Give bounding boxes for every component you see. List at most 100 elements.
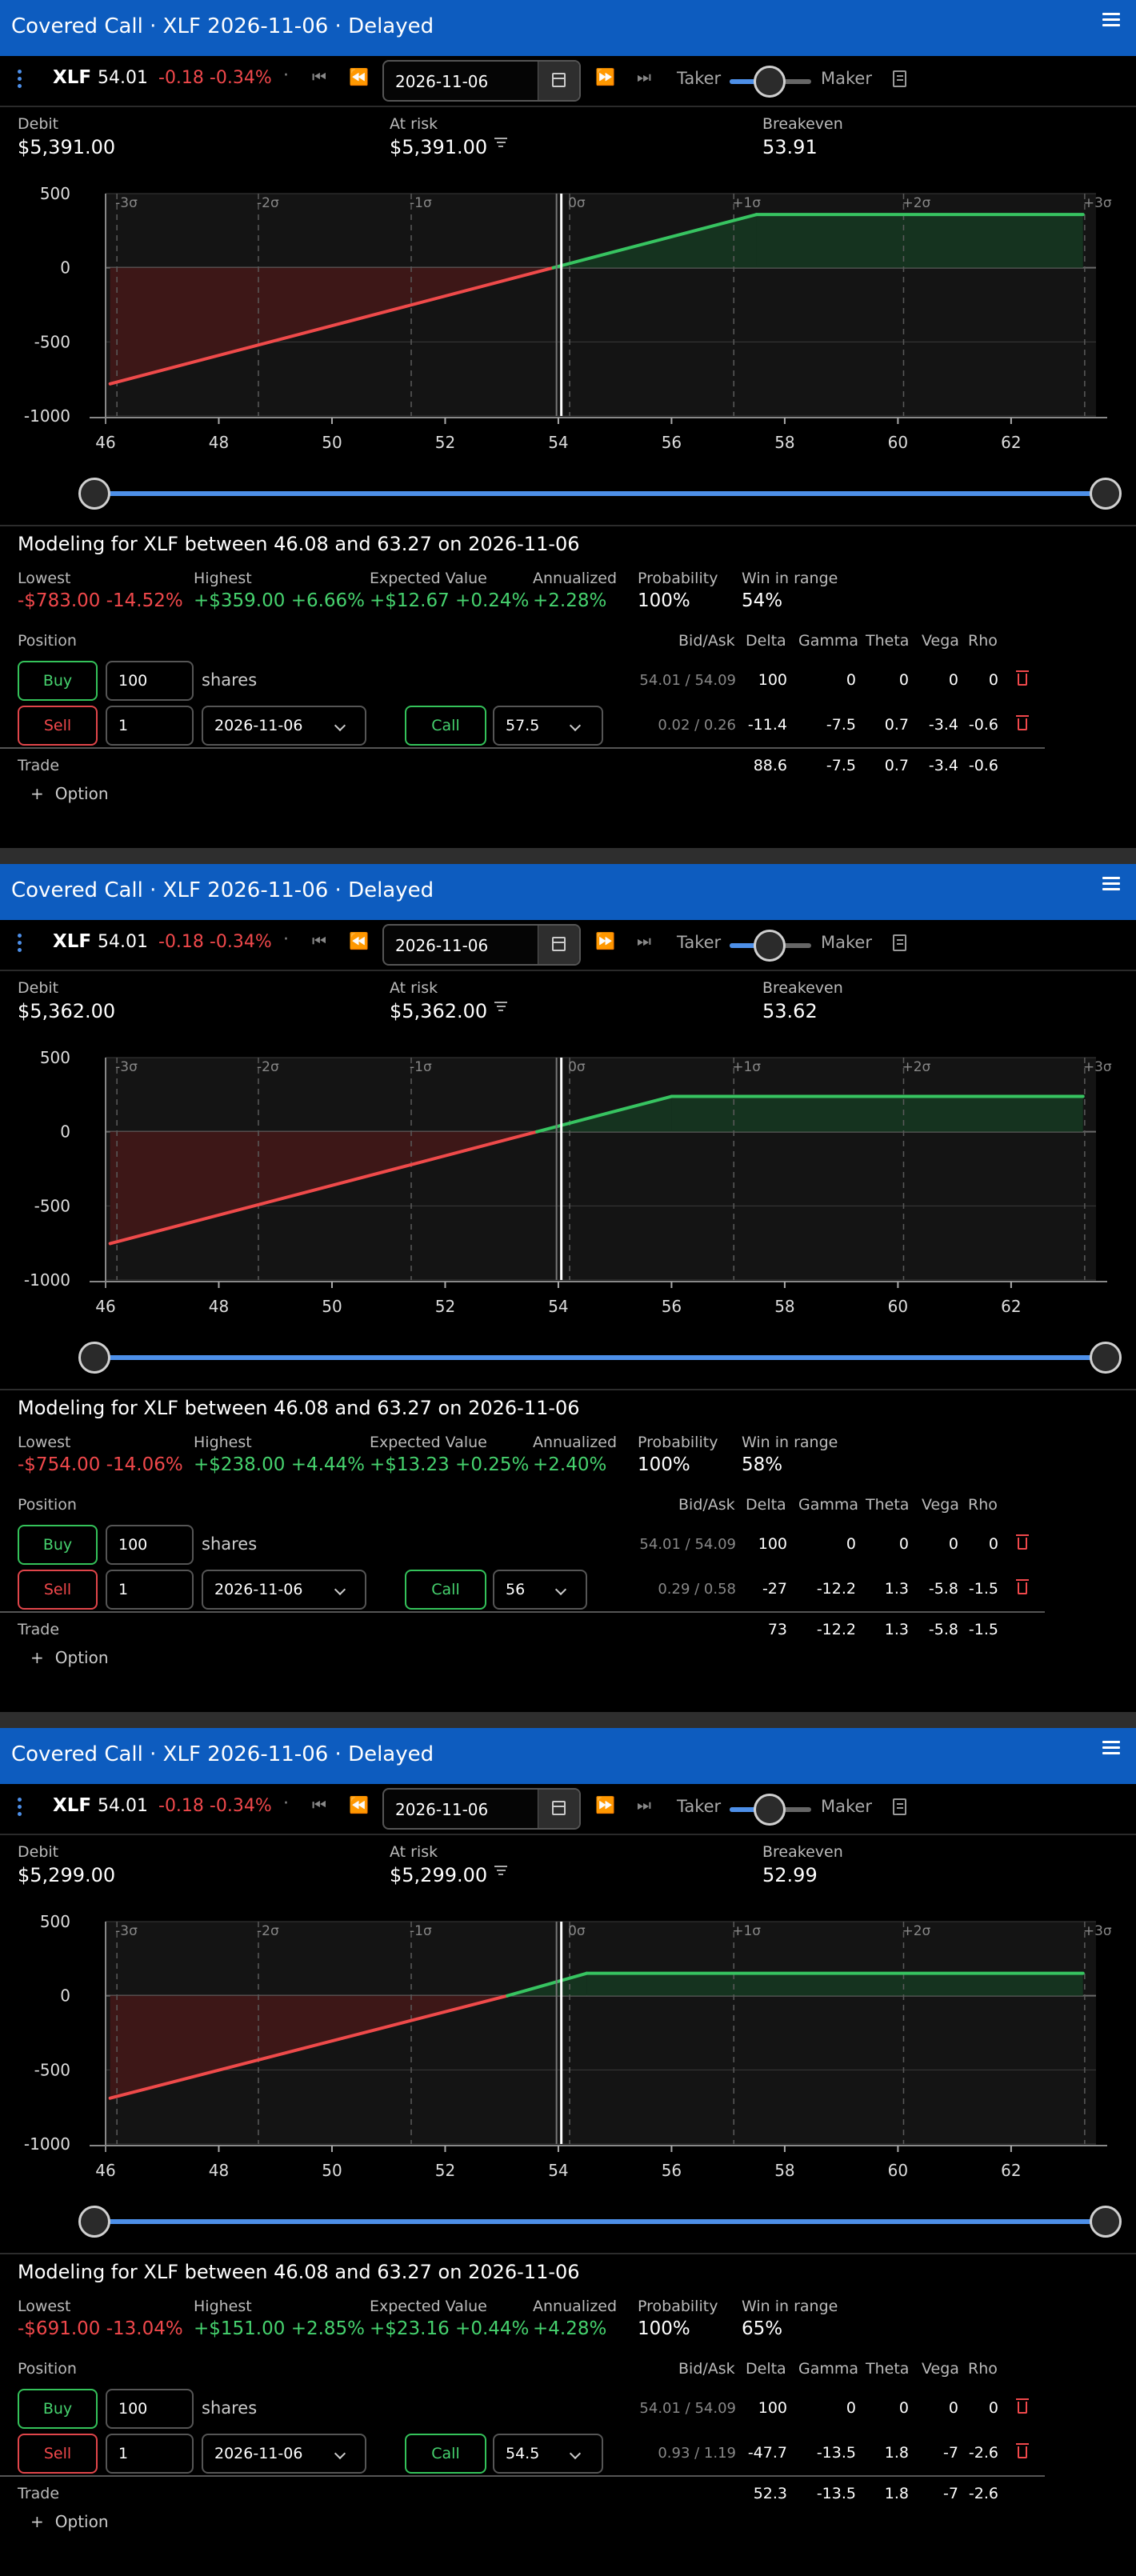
notes-icon[interactable] [893, 1798, 906, 1815]
hamburger-menu-icon[interactable] [1102, 1741, 1120, 1757]
buy-button[interactable]: Buy [18, 661, 98, 701]
option-leg-row: Sell 1 2026-11-06 Call 56 0.29 / 0.58 -2… [0, 1570, 1136, 1610]
symbol[interactable]: XLF [53, 67, 91, 88]
option-quantity-input[interactable]: 1 [106, 706, 194, 746]
option-quantity-input[interactable]: 1 [106, 1570, 194, 1610]
calendar-button[interactable] [538, 1790, 579, 1828]
calendar-button[interactable] [538, 926, 579, 964]
filter-icon[interactable] [494, 138, 507, 149]
expiry-select[interactable]: 2026-11-06 [202, 2434, 366, 2474]
skip-first-icon[interactable]: ⏮ [312, 931, 326, 950]
slider-knob[interactable] [754, 930, 786, 962]
filter-icon[interactable] [494, 1002, 507, 1013]
add-option-button[interactable]: + Option [30, 1648, 109, 1667]
rewind-icon[interactable]: ⏪ [349, 1795, 369, 1814]
option-quantity-input[interactable]: 1 [106, 2434, 194, 2474]
date-value[interactable]: 2026-11-06 [395, 936, 488, 955]
delete-icon[interactable] [1016, 670, 1029, 686]
range-slider[interactable] [90, 2219, 1106, 2224]
notes-icon[interactable] [893, 934, 906, 951]
delete-icon[interactable] [1016, 2398, 1029, 2414]
hamburger-menu-icon[interactable] [1102, 13, 1120, 29]
stock-quantity-input[interactable]: 100 [106, 1525, 194, 1565]
stock-rho: 0 [988, 2399, 998, 2417]
range-slider-low-handle[interactable] [78, 2206, 110, 2238]
panel-title: Covered Call · XLF 2026-11-06 · Delayed [11, 1742, 434, 1766]
range-slider-high-handle[interactable] [1090, 2206, 1122, 2238]
kebab-menu-icon[interactable] [18, 1798, 22, 1820]
notes-icon[interactable] [893, 70, 906, 87]
symbol[interactable]: XLF [53, 1795, 91, 1816]
expiry-select[interactable]: 2026-11-06 [202, 706, 366, 746]
stats: Lowest -$783.00 -14.52% Highest +$359.00… [0, 570, 1136, 618]
strike-select[interactable]: 57.5 [493, 706, 603, 746]
x-tick-label: 60 [888, 1297, 908, 1316]
range-slider-low-handle[interactable] [78, 478, 110, 510]
calendar-button[interactable] [538, 62, 579, 100]
sell-button[interactable]: Sell [18, 2434, 98, 2474]
symbol[interactable]: XLF [53, 931, 91, 952]
probability-label: Probability [638, 1434, 718, 1451]
date-value[interactable]: 2026-11-06 [395, 1800, 488, 1819]
rewind-icon[interactable]: ⏪ [349, 931, 369, 950]
kebab-menu-icon[interactable] [18, 934, 22, 956]
buy-button[interactable]: Buy [18, 1525, 98, 1565]
theta-header: Theta [866, 1496, 910, 1514]
add-option-button[interactable]: + Option [30, 784, 109, 803]
date-value[interactable]: 2026-11-06 [395, 72, 488, 91]
range-slider-high-handle[interactable] [1090, 478, 1122, 510]
hamburger-menu-icon[interactable] [1102, 877, 1120, 893]
sell-button[interactable]: Sell [18, 706, 98, 746]
slider-knob[interactable] [754, 1794, 786, 1826]
range-slider[interactable] [90, 491, 1106, 496]
date-field[interactable]: 2026-11-06 [382, 60, 581, 102]
date-field[interactable]: 2026-11-06 [382, 1788, 581, 1830]
payoff-chart[interactable]: 500 0 -500 -1000 -3σ -2σ -1σ 0σ +1σ +2σ +3σ 46 48 50 5… [0, 1042, 1136, 1322]
payoff-chart[interactable]: 500 0 -500 -1000 -3σ -2σ -1σ 0σ +1σ +2σ +3σ 46 48 50 5… [0, 1906, 1136, 2186]
skip-first-icon[interactable]: ⏮ [312, 1795, 326, 1814]
delete-icon[interactable] [1016, 715, 1029, 730]
strike-select[interactable]: 56 [493, 1570, 587, 1610]
taker-maker-slider[interactable] [730, 930, 811, 962]
buy-button[interactable]: Buy [18, 2389, 98, 2429]
separator-dot: · [283, 66, 289, 86]
delete-icon[interactable] [1016, 1534, 1029, 1550]
date-field[interactable]: 2026-11-06 [382, 924, 581, 966]
skip-first-icon[interactable]: ⏮ [312, 67, 326, 86]
rewind-icon[interactable]: ⏪ [349, 67, 369, 86]
range-slider-high-handle[interactable] [1090, 1342, 1122, 1374]
call-button[interactable]: Call [405, 2434, 486, 2474]
call-button[interactable]: Call [405, 706, 486, 746]
filter-icon[interactable] [494, 1866, 507, 1877]
fast-forward-icon[interactable]: ⏩ [595, 1795, 615, 1814]
add-option-button[interactable]: + Option [30, 2512, 109, 2531]
expiry-select[interactable]: 2026-11-06 [202, 1570, 366, 1610]
skip-last-icon[interactable]: ⏭ [637, 931, 651, 950]
stock-quantity-input[interactable]: 100 [106, 661, 194, 701]
sigma-label: +3σ [1083, 195, 1112, 211]
skip-last-icon[interactable]: ⏭ [637, 1795, 651, 1814]
skip-last-icon[interactable]: ⏭ [637, 67, 651, 86]
sigma-label: 0σ [568, 1059, 586, 1075]
option-vega: -7 [943, 2444, 958, 2462]
plot-edge [1096, 1922, 1107, 2144]
strike-select[interactable]: 54.5 [493, 2434, 603, 2474]
call-button[interactable]: Call [405, 1570, 486, 1610]
kebab-menu-icon[interactable] [18, 70, 22, 92]
taker-maker-slider[interactable] [730, 1794, 811, 1826]
fast-forward-icon[interactable]: ⏩ [595, 67, 615, 86]
sigma-label: +2σ [902, 1059, 930, 1075]
payoff-chart[interactable]: 500 0 -500 -1000 -3σ -2σ -1σ 0σ +1σ +2σ +3σ 46 48 50 5… [0, 178, 1136, 458]
y-tick-label: -500 [34, 332, 70, 351]
sell-button[interactable]: Sell [18, 1570, 98, 1610]
stock-quantity-input[interactable]: 100 [106, 2389, 194, 2429]
taker-maker-slider[interactable] [730, 66, 811, 98]
slider-knob[interactable] [754, 66, 786, 98]
delete-icon[interactable] [1016, 1579, 1029, 1594]
delete-icon[interactable] [1016, 2443, 1029, 2458]
fast-forward-icon[interactable]: ⏩ [595, 931, 615, 950]
range-slider-low-handle[interactable] [78, 1342, 110, 1374]
range-slider[interactable] [90, 1355, 1106, 1360]
title-bar: Covered Call · XLF 2026-11-06 · Delayed [0, 864, 1136, 920]
trade-delta: 88.6 [753, 757, 787, 774]
